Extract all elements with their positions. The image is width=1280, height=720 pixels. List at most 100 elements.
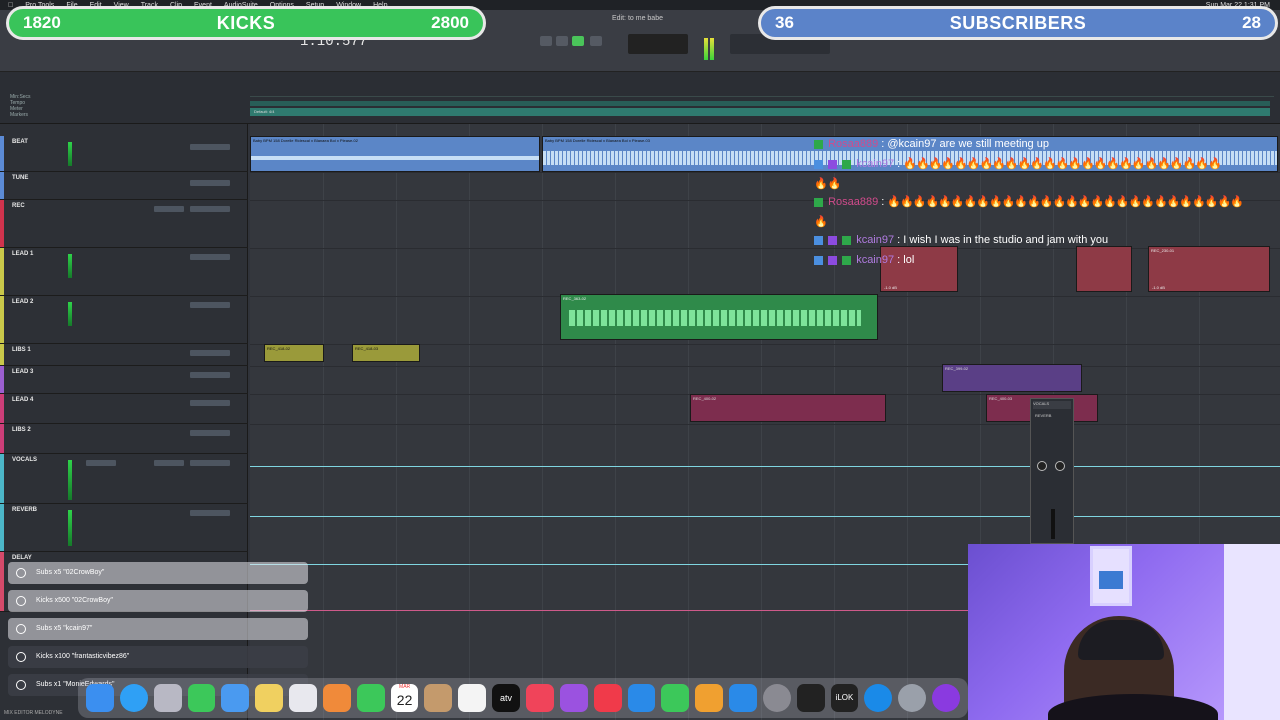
track-libs2[interactable]: LIBS 2 <box>0 424 248 454</box>
stop-button[interactable] <box>556 36 568 46</box>
waveform <box>251 156 539 160</box>
track-lead3[interactable]: LEAD 3 <box>0 366 248 394</box>
io-selector[interactable] <box>190 350 230 356</box>
event-text: Kicks x500 "02CrowBoy" <box>36 597 113 604</box>
track-lead4[interactable]: LEAD 4 <box>0 394 248 424</box>
fader[interactable] <box>1051 509 1055 539</box>
webcam-overlay <box>968 544 1280 720</box>
audio-clip-lead2[interactable]: REC_363-02 <box>560 294 878 340</box>
finder-icon[interactable] <box>86 684 114 712</box>
track-name[interactable]: LEAD 1 <box>12 251 33 257</box>
facetime-icon[interactable] <box>356 684 385 712</box>
apple-icon[interactable]:  <box>8 2 13 9</box>
play-button[interactable] <box>572 36 584 46</box>
photos-icon[interactable] <box>289 684 317 712</box>
io-selector[interactable] <box>190 180 230 186</box>
launchpad-icon[interactable] <box>153 684 182 712</box>
bell-icon <box>16 596 26 606</box>
circle-app-icon[interactable] <box>864 684 893 712</box>
insert-reverb[interactable] <box>154 206 184 212</box>
output-window-header[interactable]: VOCALS <box>1033 401 1071 409</box>
insert-reverb[interactable] <box>154 460 184 466</box>
track-rec[interactable]: REC <box>0 200 248 248</box>
io-selector[interactable] <box>190 302 230 308</box>
track-tune[interactable]: TUNE <box>0 172 248 200</box>
calendar-icon[interactable]: MAR 22 <box>390 684 419 712</box>
track-name[interactable]: LIBS 2 <box>12 427 31 433</box>
audio-clip-lead3[interactable]: REC_399-02 <box>942 364 1082 392</box>
track-name[interactable]: TUNE <box>12 175 28 181</box>
track-reverb[interactable]: REVERB <box>0 504 248 552</box>
pan-knob[interactable] <box>1055 461 1065 471</box>
window-selector[interactable]: MIX EDITOR MELODYNE <box>4 710 63 716</box>
audio-clip-lead4[interactable]: REC_400-02 <box>690 394 886 422</box>
io-selector[interactable] <box>190 510 230 516</box>
grid-nudge-display[interactable] <box>628 34 688 54</box>
vocals-volume-line[interactable] <box>250 466 1280 467</box>
music-icon[interactable] <box>525 684 554 712</box>
track-name[interactable]: LIBS 1 <box>12 347 31 353</box>
mail-icon[interactable] <box>221 684 250 712</box>
app-store-icon[interactable] <box>729 684 757 712</box>
system-settings-icon[interactable] <box>762 684 791 712</box>
track-name[interactable]: REC <box>12 203 25 209</box>
track-name[interactable]: BEAT <box>12 139 28 145</box>
record-button[interactable] <box>590 36 602 46</box>
loop-button[interactable] <box>540 36 552 46</box>
reverb-volume-line[interactable] <box>250 516 1280 517</box>
insert-eq[interactable] <box>86 460 116 466</box>
ilok-icon[interactable]: iLOK <box>830 684 859 712</box>
contacts-icon[interactable] <box>424 684 453 712</box>
meter-label: Default: 4/4 <box>254 109 275 114</box>
track-color <box>0 200 4 247</box>
tempo-lane[interactable] <box>250 101 1270 106</box>
event-text: Subs x5 "02CrowBoy" <box>36 569 105 576</box>
numbers-icon[interactable] <box>661 684 690 712</box>
io-selector[interactable] <box>190 144 230 150</box>
notes-icon[interactable] <box>255 684 284 712</box>
track-name[interactable]: LEAD 4 <box>12 397 33 403</box>
apple-tv-icon[interactable]: atv <box>492 684 520 712</box>
track-name[interactable]: REVERB <box>12 507 37 513</box>
mod-badge-icon <box>814 255 823 265</box>
twitch-icon[interactable] <box>932 684 960 712</box>
io-selector[interactable] <box>190 430 230 436</box>
keynote-icon[interactable] <box>627 684 656 712</box>
meter-lane[interactable]: Default: 4/4 <box>250 108 1270 116</box>
safari-icon[interactable] <box>119 684 148 712</box>
output-window[interactable]: VOCALS REVERB <box>1030 398 1074 544</box>
audio-clip-libs1-b[interactable]: REC_418-03 <box>352 344 420 362</box>
messages-icon[interactable] <box>187 684 216 712</box>
audio-clip-libs1-a[interactable]: REC_418-02 <box>264 344 324 362</box>
reminders-icon[interactable] <box>458 684 487 712</box>
track-name[interactable]: DELAY <box>12 555 32 561</box>
podcasts-icon[interactable] <box>559 684 588 712</box>
pro-tools-window:  Pro Tools File Edit View Track Clip Ev… <box>0 0 1280 720</box>
track-lead2[interactable]: LEAD 2 <box>0 296 248 344</box>
io-selector[interactable] <box>190 400 230 406</box>
track-libs1[interactable]: LIBS 1 <box>0 344 248 366</box>
chat-message: kcain97 : lol <box>814 250 1274 270</box>
timeline-rulers[interactable]: Min:Secs Tempo Meter Markers <box>0 72 1280 124</box>
pro-tools-icon[interactable] <box>898 684 927 712</box>
track-name[interactable]: LEAD 3 <box>12 369 33 375</box>
io-selector[interactable] <box>190 254 230 260</box>
calendar-month: MAR <box>399 684 411 690</box>
volume-knob[interactable] <box>1037 461 1047 471</box>
track-vocals[interactable]: VOCALS <box>0 454 248 504</box>
audio-clip-beat[interactable]: Baby BPM 158 Dorelle Ridescal x Blanaea … <box>250 136 540 172</box>
io-selector[interactable] <box>190 372 230 378</box>
news-icon[interactable] <box>593 684 622 712</box>
sub-badge-icon <box>842 255 852 265</box>
pages-icon[interactable] <box>695 684 724 712</box>
photos-app-icon[interactable] <box>322 684 351 712</box>
track-name[interactable]: LEAD 2 <box>12 299 33 305</box>
track-lead1[interactable]: LEAD 1 <box>0 248 248 296</box>
webcam-wall <box>1224 544 1280 720</box>
track-beat[interactable]: BEAT <box>0 136 248 172</box>
io-selector[interactable] <box>190 460 230 466</box>
logic-icon[interactable] <box>796 684 825 712</box>
track-name[interactable]: VOCALS <box>12 457 37 463</box>
grid-line <box>542 124 543 720</box>
io-selector[interactable] <box>190 206 230 212</box>
